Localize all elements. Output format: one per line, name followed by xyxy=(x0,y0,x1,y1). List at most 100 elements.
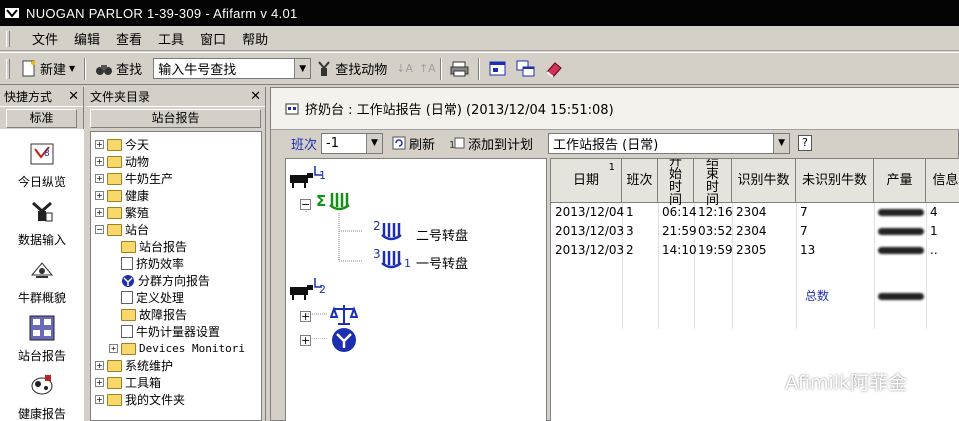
tree-item[interactable]: 故障报告 xyxy=(121,306,187,323)
collapse-icon[interactable]: − xyxy=(95,225,104,234)
chevron-down-icon[interactable]: ▼ xyxy=(773,133,790,153)
column-header-yield[interactable]: 产量 xyxy=(874,159,926,203)
nav-previous-icon[interactable]: ↓A xyxy=(396,62,413,75)
sort-gate-icon xyxy=(332,328,356,352)
tree-item[interactable]: + 牛奶生产 xyxy=(95,170,173,187)
expand-icon[interactable]: + xyxy=(95,361,104,370)
window-layout-icon[interactable] xyxy=(488,60,508,78)
expand-icon[interactable]: + xyxy=(109,344,118,353)
expand-icon[interactable]: + xyxy=(95,378,104,387)
tree-item[interactable]: 站台报告 xyxy=(121,238,187,255)
calendar-icon: 8 xyxy=(30,143,54,165)
menu-edit[interactable]: 编辑 xyxy=(66,29,108,48)
tree-item[interactable]: 分群方向报告 xyxy=(121,272,210,289)
redaction-mark xyxy=(878,293,924,300)
report-type-select[interactable]: 工作站报告 (日常) ▼ xyxy=(548,132,791,154)
cell-unidentified: 7 xyxy=(800,224,808,238)
tree-item-station[interactable]: − 站台 xyxy=(95,221,149,238)
close-icon[interactable]: ✕ xyxy=(68,89,79,104)
device-tree-pane: 1 − Σ 2 二号转盘 3 1 一号转盘 2 + + xyxy=(285,158,547,421)
find-button-label: 查找 xyxy=(116,63,143,78)
shortcut-herd-overview[interactable]: 牛群概貌 xyxy=(0,257,84,306)
sort-gate-icon xyxy=(122,274,134,287)
folder-icon xyxy=(107,376,122,389)
station-report-icon xyxy=(29,315,55,341)
expand-icon[interactable]: + xyxy=(95,140,104,149)
menu-view[interactable]: 查看 xyxy=(108,29,150,48)
shortcut-today-overview[interactable]: 8 今日纵览 xyxy=(0,141,84,190)
main-toolbar: 新建 ▼ 查找 输入牛号查找 ▼ 查找动物 ↓A ↑A xyxy=(0,52,959,85)
column-header-start-time[interactable]: 开始时间 xyxy=(658,159,694,207)
report-window-title: 挤奶台 : 工作站报告 (日常) (2013/12/04 15:51:08) xyxy=(305,103,614,118)
tree-item[interactable]: + 动物 xyxy=(95,153,149,170)
tree-item[interactable]: + 工具箱 xyxy=(95,374,161,391)
refresh-button[interactable]: 刷新 xyxy=(387,131,440,156)
tree-item[interactable]: + 繁殖 xyxy=(95,204,149,221)
expand-icon[interactable]: + xyxy=(95,395,104,404)
tree-item-label: 牛奶计量器设置 xyxy=(136,325,221,339)
help-icon[interactable]: ? xyxy=(798,135,813,151)
column-header-unidentified[interactable]: 未识别牛数 xyxy=(796,159,874,203)
turntable-2-label[interactable]: 二号转盘 xyxy=(416,225,468,244)
menu-file[interactable]: 文件 xyxy=(24,29,66,48)
column-header-date[interactable]: 1 日期 xyxy=(551,159,622,203)
find-button[interactable]: 查找 xyxy=(90,56,147,81)
turntable-1-label[interactable]: 一号转盘 xyxy=(416,253,468,272)
cow-number-search-combo[interactable]: 输入牛号查找 ▼ xyxy=(153,58,312,79)
cell-identified: 2304 xyxy=(736,224,767,238)
close-icon[interactable]: ✕ xyxy=(250,89,261,104)
add-to-plan-button[interactable]: 1 添加到计划 xyxy=(444,131,538,156)
eraser-icon[interactable] xyxy=(544,60,564,78)
shortcut-label: 数据输入 xyxy=(17,233,66,247)
expand-icon[interactable]: + xyxy=(300,335,311,346)
tree-item-label: 故障报告 xyxy=(139,308,188,322)
tree-item[interactable]: + Devices Monitori xyxy=(109,340,245,357)
menu-help[interactable]: 帮助 xyxy=(234,29,276,48)
column-header-end-time[interactable]: 结束时间 xyxy=(694,159,732,207)
svg-text:8: 8 xyxy=(44,149,50,159)
report-window-icon xyxy=(285,103,299,114)
shortcut-station-report[interactable]: 站台报告 xyxy=(0,315,84,364)
tree-item-label: 挤奶效率 xyxy=(136,257,185,271)
milking-unit-blue-icon xyxy=(381,223,402,241)
cell-identified: 2305 xyxy=(736,243,767,257)
shortcut-data-entry[interactable]: 数据输入 xyxy=(0,199,84,248)
find-animal-button[interactable]: 查找动物 xyxy=(311,56,392,81)
folder-tab-station-report[interactable]: 站台报告 xyxy=(90,109,261,128)
add-plan-icon: 1 xyxy=(449,137,465,150)
new-button[interactable]: 新建 ▼ xyxy=(16,56,80,81)
tree-item[interactable]: + 系统维护 xyxy=(95,357,173,374)
tree-item-label: 动物 xyxy=(125,155,150,169)
expand-icon[interactable]: + xyxy=(95,174,104,183)
folder-icon xyxy=(107,155,122,168)
new-dropdown-arrow-icon[interactable]: ▼ xyxy=(69,64,75,73)
tree-item[interactable]: 挤奶效率 xyxy=(121,255,184,272)
tree-item[interactable]: 牛奶计量器设置 xyxy=(121,323,220,340)
menu-tools[interactable]: 工具 xyxy=(150,29,192,48)
menu-window[interactable]: 窗口 xyxy=(192,29,234,48)
menubar-grip xyxy=(6,30,10,47)
expand-icon[interactable]: + xyxy=(95,191,104,200)
nav-next-icon[interactable]: ↑A xyxy=(419,62,436,75)
tree-item[interactable]: + 我的文件夹 xyxy=(95,391,185,408)
shortcuts-tab-standard[interactable]: 标准 xyxy=(6,109,77,128)
watermark-text: Afimilk阿菲金 xyxy=(785,372,908,394)
sort-indicator: 1 xyxy=(608,162,615,173)
column-header-identified[interactable]: 识别牛数 xyxy=(732,159,796,203)
cascade-windows-icon[interactable] xyxy=(516,60,536,78)
cell-start: 21:59 xyxy=(662,224,697,238)
expand-icon[interactable]: + xyxy=(95,208,104,217)
column-header-shift[interactable]: 班次 xyxy=(622,159,658,203)
shift-select[interactable]: -1 ▼ xyxy=(321,132,384,154)
chevron-down-icon[interactable]: ▼ xyxy=(366,133,383,153)
tree-item[interactable]: + 健康 xyxy=(95,187,149,204)
tree-item[interactable]: 定义处理 xyxy=(121,289,184,306)
shortcut-health-report[interactable]: 健康报告 xyxy=(0,373,84,421)
print-icon[interactable] xyxy=(450,60,470,78)
group-number: 1 xyxy=(319,169,326,182)
expand-icon[interactable]: + xyxy=(95,157,104,166)
folder-open-icon xyxy=(107,223,122,236)
tree-item[interactable]: + 今天 xyxy=(95,136,149,153)
column-header-info[interactable]: 信息 xyxy=(926,159,959,203)
chevron-down-icon[interactable]: ▼ xyxy=(294,59,311,78)
